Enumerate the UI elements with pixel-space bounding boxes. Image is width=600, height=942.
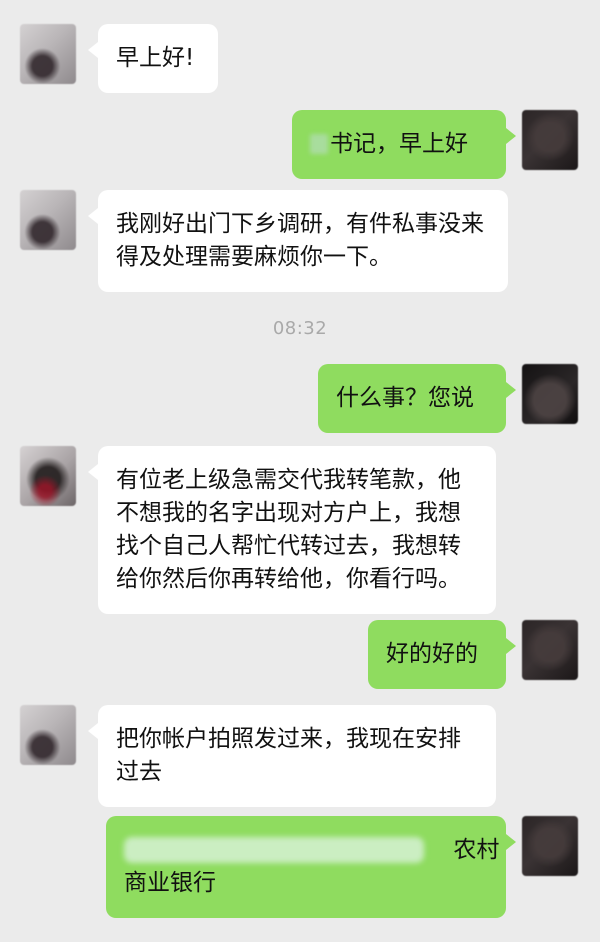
avatar-icon[interactable] — [20, 190, 76, 250]
timestamp: 08:32 — [272, 318, 328, 339]
avatar-icon[interactable] — [522, 110, 578, 170]
message-text: 早上好! — [116, 45, 195, 71]
bank-info-line-1: 农村 — [124, 834, 499, 867]
message-bubble-incoming[interactable]: 有位老上级急需交代我转笔款，他不想我的名字出现对方户上，我想找个自己人帮忙代转过… — [88, 446, 496, 614]
message-row-outgoing: 好的好的 — [0, 620, 600, 690]
avatar-icon[interactable] — [522, 364, 578, 424]
avatar-icon[interactable] — [20, 446, 76, 506]
message-row-incoming: 我刚好出门下乡调研，有件私事没来得及处理需要麻烦你一下。 — [0, 190, 600, 292]
message-bubble-incoming[interactable]: 我刚好出门下乡调研，有件私事没来得及处理需要麻烦你一下。 — [88, 190, 508, 292]
message-bubble-outgoing[interactable]: 书记，早上好 — [292, 110, 516, 179]
avatar-icon[interactable] — [522, 620, 578, 680]
chat-view: 早上好! 书记，早上好 我刚好出门下乡调研，有件私事没来得及处理需要麻烦你一下。… — [0, 0, 600, 942]
message-row-outgoing: 农村 商业银行 — [0, 816, 600, 918]
bank-info-line-2: 商业银行 — [124, 870, 216, 896]
message-bubble-outgoing[interactable]: 好的好的 — [368, 620, 516, 689]
message-row-incoming: 把你帐户拍照发过来，我现在安排过去 — [0, 705, 600, 807]
message-row-outgoing: 书记，早上好 — [0, 110, 600, 180]
message-row-incoming: 早上好! — [0, 24, 600, 94]
message-text: 什么事？您说 — [336, 385, 474, 411]
message-text: 书记，早上好 — [330, 131, 468, 157]
message-row-incoming: 有位老上级急需交代我转笔款，他不想我的名字出现对方户上，我想找个自己人帮忙代转过… — [0, 446, 600, 614]
redacted-name — [310, 134, 328, 154]
avatar-icon[interactable] — [522, 816, 578, 876]
message-bubble-outgoing[interactable]: 农村 商业银行 — [106, 816, 516, 918]
message-text: 把你帐户拍照发过来，我现在安排过去 — [116, 726, 461, 785]
message-bubble-incoming[interactable]: 早上好! — [88, 24, 218, 93]
message-bubble-outgoing[interactable]: 什么事？您说 — [318, 364, 516, 433]
message-row-outgoing: 什么事？您说 — [0, 364, 600, 434]
message-text: 我刚好出门下乡调研，有件私事没来得及处理需要麻烦你一下。 — [116, 211, 484, 270]
message-text: 好的好的 — [386, 641, 478, 667]
message-text: 有位老上级急需交代我转笔款，他不想我的名字出现对方户上，我想找个自己人帮忙代转过… — [116, 467, 461, 592]
message-bubble-incoming[interactable]: 把你帐户拍照发过来，我现在安排过去 — [88, 705, 496, 807]
bank-suffix: 农村 — [453, 837, 500, 863]
redacted-account — [124, 837, 424, 863]
avatar-icon[interactable] — [20, 24, 76, 84]
avatar-icon[interactable] — [20, 705, 76, 765]
